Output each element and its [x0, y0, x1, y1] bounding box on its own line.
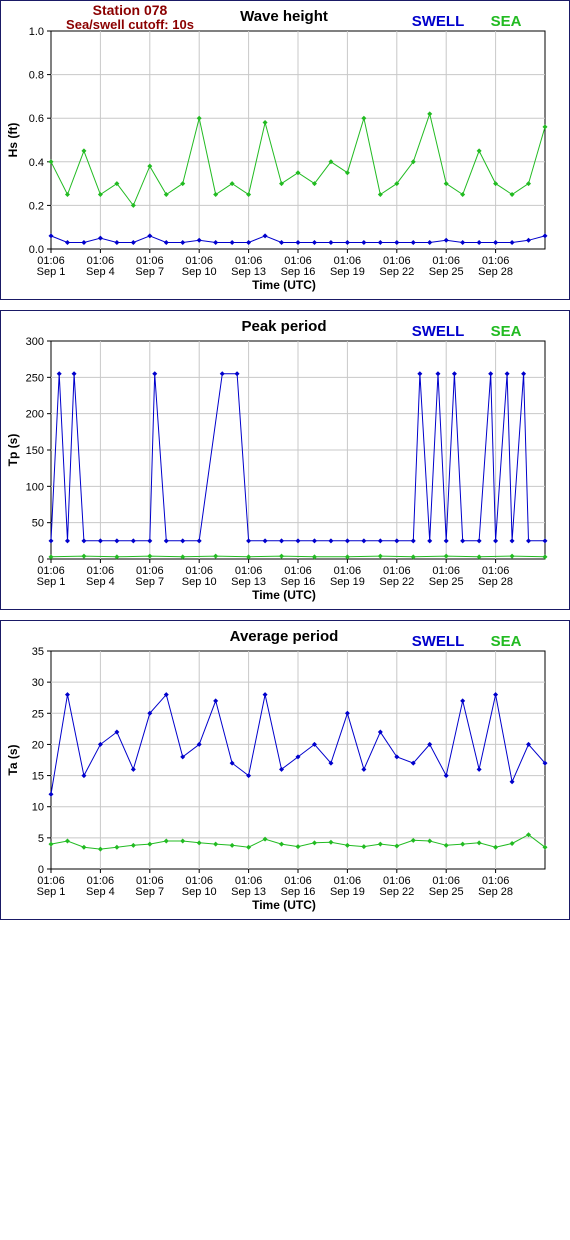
- y-tick-label: 0.4: [29, 157, 44, 169]
- x-tick-date: Sep 4: [86, 886, 115, 898]
- y-axis-label: Ta (s): [6, 744, 20, 775]
- y-tick-label: 50: [32, 518, 44, 530]
- y-tick-label: 10: [32, 802, 44, 814]
- chart-title: Peak period: [241, 318, 326, 335]
- legend-swell: SWELL: [412, 13, 465, 30]
- x-tick-date: Sep 1: [37, 886, 66, 898]
- x-tick-date: Sep 25: [429, 886, 464, 898]
- x-tick-date: Sep 13: [231, 886, 266, 898]
- chart-title: Wave height: [240, 8, 328, 25]
- x-tick-date: Sep 7: [135, 266, 164, 278]
- legend-swell: SWELL: [412, 323, 465, 340]
- x-tick-date: Sep 7: [135, 886, 164, 898]
- x-tick-date: Sep 7: [135, 576, 164, 588]
- x-tick-date: Sep 19: [330, 266, 365, 278]
- series-line-sea: [50, 555, 546, 558]
- x-tick-date: Sep 19: [330, 886, 365, 898]
- y-axis-label: Hs (ft): [6, 123, 20, 158]
- plot-area: 05010015020025030001:06Sep 101:06Sep 401…: [26, 336, 548, 588]
- x-tick-date: Sep 4: [86, 576, 115, 588]
- wave-height-panel: Station 078 Sea/swell cutoff: 10s Wave h…: [0, 0, 570, 300]
- x-tick-date: Sep 22: [379, 266, 414, 278]
- x-tick-date: Sep 28: [478, 886, 513, 898]
- x-tick-date: Sep 16: [281, 266, 316, 278]
- x-tick-date: Sep 1: [37, 266, 66, 278]
- legend-sea: SEA: [491, 633, 522, 650]
- y-tick-label: 0.8: [29, 70, 44, 82]
- station-title: Station 078: [93, 2, 168, 18]
- legend-sea: SEA: [491, 13, 522, 30]
- x-tick-date: Sep 22: [379, 886, 414, 898]
- y-tick-label: 150: [26, 445, 44, 457]
- x-tick-date: Sep 4: [86, 266, 115, 278]
- x-axis-label: Time (UTC): [252, 588, 316, 602]
- y-tick-label: 1.0: [29, 26, 44, 38]
- x-tick-date: Sep 25: [429, 266, 464, 278]
- x-axis-label: Time (UTC): [252, 898, 316, 912]
- y-tick-label: 25: [32, 708, 44, 720]
- y-tick-label: 0.6: [29, 113, 44, 125]
- peak-period-chart: Peak period SWELL SEA 050100150200250300…: [0, 310, 570, 610]
- x-tick-date: Sep 28: [478, 266, 513, 278]
- y-tick-label: 15: [32, 771, 44, 783]
- y-tick-label: 30: [32, 677, 44, 689]
- y-tick-label: 35: [32, 646, 44, 658]
- y-tick-label: 300: [26, 336, 44, 348]
- average-period-panel: Average period SWELL SEA 0 5 10 15 20 25 30 35 0…: [0, 620, 570, 920]
- x-tick-date: Sep 22: [379, 576, 414, 588]
- x-tick-date: Sep 13: [231, 576, 266, 588]
- x-tick-date: Sep 16: [281, 886, 316, 898]
- x-tick-date: Sep 10: [182, 886, 217, 898]
- y-tick-label: 5: [38, 833, 44, 845]
- x-tick-date: Sep 13: [231, 266, 266, 278]
- plot-area: 0.00.20.40.60.81.001:06Sep 101:06Sep 401…: [29, 26, 548, 278]
- peak-period-panel: Peak period SWELL SEA 0 50 100 150 200 250 300…: [0, 310, 570, 610]
- x-tick-date: Sep 10: [182, 266, 217, 278]
- x-tick-date: Sep 19: [330, 576, 365, 588]
- chart-title: Average period: [230, 628, 339, 645]
- y-tick-label: 200: [26, 409, 44, 421]
- wave-height-chart: Station 078 Sea/swell cutoff: 10s Wave h…: [0, 0, 570, 300]
- y-tick-label: 20: [32, 739, 44, 751]
- plot-area: 0510152025303501:06Sep 101:06Sep 401:06S…: [32, 646, 548, 898]
- y-tick-label: 0.2: [29, 200, 44, 212]
- x-tick-date: Sep 25: [429, 576, 464, 588]
- y-axis-label: Tp (s): [6, 434, 20, 467]
- x-axis-label: Time (UTC): [252, 278, 316, 292]
- legend-sea: SEA: [491, 323, 522, 340]
- y-tick-label: 250: [26, 372, 44, 384]
- x-tick-date: Sep 1: [37, 576, 66, 588]
- y-tick-label: 100: [26, 481, 44, 493]
- x-tick-date: Sep 16: [281, 576, 316, 588]
- average-period-chart: Average period SWELL SEA 051015202530350…: [0, 620, 570, 920]
- legend-swell: SWELL: [412, 633, 465, 650]
- x-tick-date: Sep 28: [478, 576, 513, 588]
- x-tick-date: Sep 10: [182, 576, 217, 588]
- cutoff-label: Sea/swell cutoff: 10s: [66, 17, 194, 32]
